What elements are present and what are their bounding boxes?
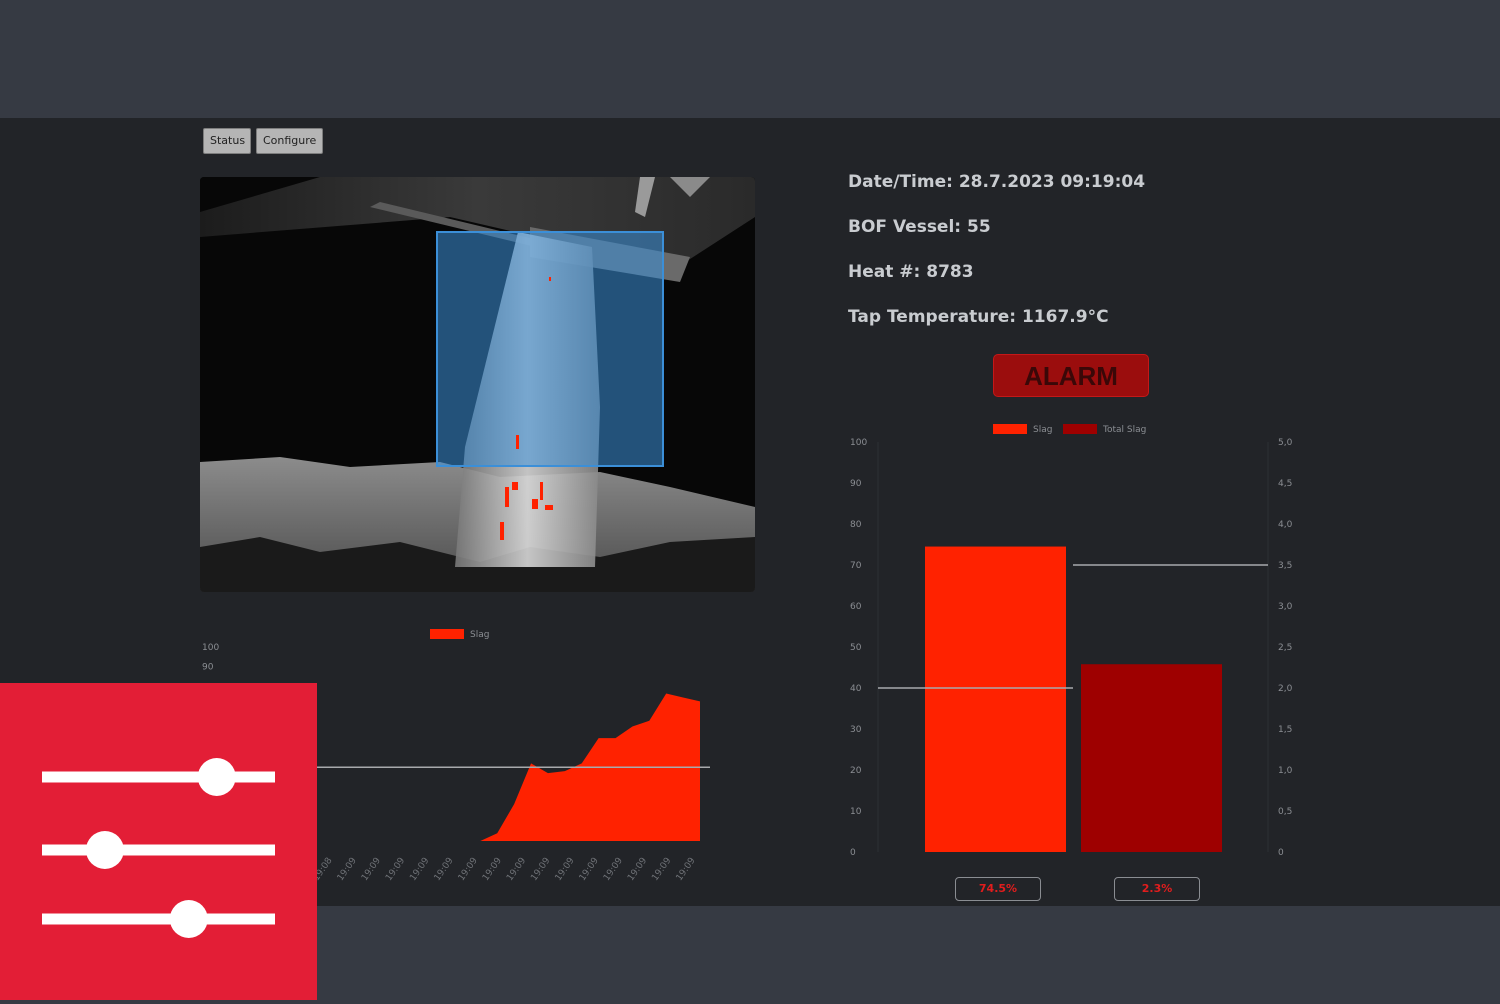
bar-chart: Slag Total Slag 0 10 20 30 40 50 60 70 80 90 100 0 0,5… (850, 424, 1293, 858)
y-left-tick: 30 (850, 725, 862, 735)
area-x-tick: 19:09 (433, 856, 456, 883)
slag-percent-box: 74.5% (955, 877, 1041, 901)
y-left-tick: 0 (850, 848, 856, 858)
area-y-tick: 90 (202, 662, 214, 672)
y-left-tick: 10 (850, 807, 862, 817)
slider-knob-0 (197, 758, 236, 796)
area-x-tick: 19:09 (384, 856, 407, 883)
area-x-tick: 19:09 (481, 856, 504, 883)
total-slag-percent-box: 2.3% (1114, 877, 1200, 901)
y-right-tick: 0,5 (1278, 807, 1292, 817)
legend-swatch-0 (993, 424, 1027, 434)
y-right-tick: 2,0 (1278, 684, 1293, 694)
area-x-tick: 19:09 (336, 856, 359, 883)
y-right-tick: 4,5 (1278, 479, 1292, 489)
y-right-tick: 0 (1278, 848, 1284, 858)
temperature-value: 1167.9°C (1021, 307, 1109, 327)
camera-feed (200, 177, 755, 592)
heat-row: Heat #: 8783 (848, 262, 974, 282)
legend-swatch-1 (1063, 424, 1097, 434)
y-left-tick: 70 (850, 561, 862, 571)
camera-image (200, 177, 755, 592)
datetime-value: 28.7.2023 09:19:04 (958, 172, 1146, 192)
top-banner (0, 0, 1500, 118)
y-right-tick: 3,5 (1278, 561, 1292, 571)
area-legend-swatch (430, 629, 464, 639)
datetime-label: Date/Time: (848, 172, 953, 192)
slider-knob-2 (169, 900, 208, 938)
y-left-tick: 60 (850, 602, 862, 612)
temperature-row: Tap Temperature: 1167.9°C (848, 307, 1109, 327)
legend-label-1: Total Slag (1102, 425, 1146, 435)
area-x-tick: 19:09 (408, 856, 431, 883)
y-right-tick: 5,0 (1278, 438, 1293, 448)
area-x-tick: 19:09 (650, 856, 673, 883)
roi-rectangle (436, 231, 664, 467)
y-right-tick: 2,5 (1278, 643, 1292, 653)
area-x-tick: 19:09 (457, 856, 480, 883)
status-button[interactable]: Status (203, 128, 251, 154)
vessel-label: BOF Vessel: (848, 217, 962, 237)
area-x-tick: 19:09 (529, 856, 552, 883)
area-y-tick: 100 (202, 643, 219, 653)
y-right-tick: 4,0 (1278, 520, 1293, 530)
y-right-tick: 1,5 (1278, 725, 1292, 735)
bar-slag (925, 546, 1066, 852)
slider-knob-1 (85, 831, 124, 869)
datetime-row: Date/Time: 28.7.2023 09:19:04 (848, 172, 1145, 192)
settings-badge[interactable] (0, 683, 317, 1000)
temperature-label: Tap Temperature: (848, 307, 1017, 327)
configure-button[interactable]: Configure (256, 128, 323, 154)
y-right-tick: 1,0 (1278, 766, 1293, 776)
y-left-tick: 100 (850, 438, 867, 448)
area-x-tick: 19:09 (554, 856, 577, 883)
y-left-tick: 90 (850, 479, 862, 489)
area-x-tick: 19:09 (578, 856, 601, 883)
y-left-tick: 50 (850, 643, 862, 653)
area-x-tick: 19:09 (675, 856, 698, 883)
y-left-tick: 20 (850, 766, 862, 776)
y-right-tick: 3,0 (1278, 602, 1293, 612)
vessel-value: 55 (967, 217, 991, 237)
area-x-tick: 19:09 (505, 856, 528, 883)
area-legend-label: Slag (470, 630, 489, 640)
y-left-tick: 40 (850, 684, 862, 694)
legend-label-0: Slag (1033, 425, 1052, 435)
alarm-indicator: ALARM (993, 354, 1149, 397)
area-x-tick: 19:09 (360, 856, 383, 883)
sliders-settings-icon (42, 758, 275, 938)
area-x-tick: 19:09 (626, 856, 649, 883)
area-x-tick: 19:09 (602, 856, 625, 883)
vessel-row: BOF Vessel: 55 (848, 217, 991, 237)
heat-label: Heat #: (848, 262, 921, 282)
y-left-tick: 80 (850, 520, 862, 530)
bar-total-slag (1081, 664, 1222, 852)
heat-value: 8783 (926, 262, 974, 282)
